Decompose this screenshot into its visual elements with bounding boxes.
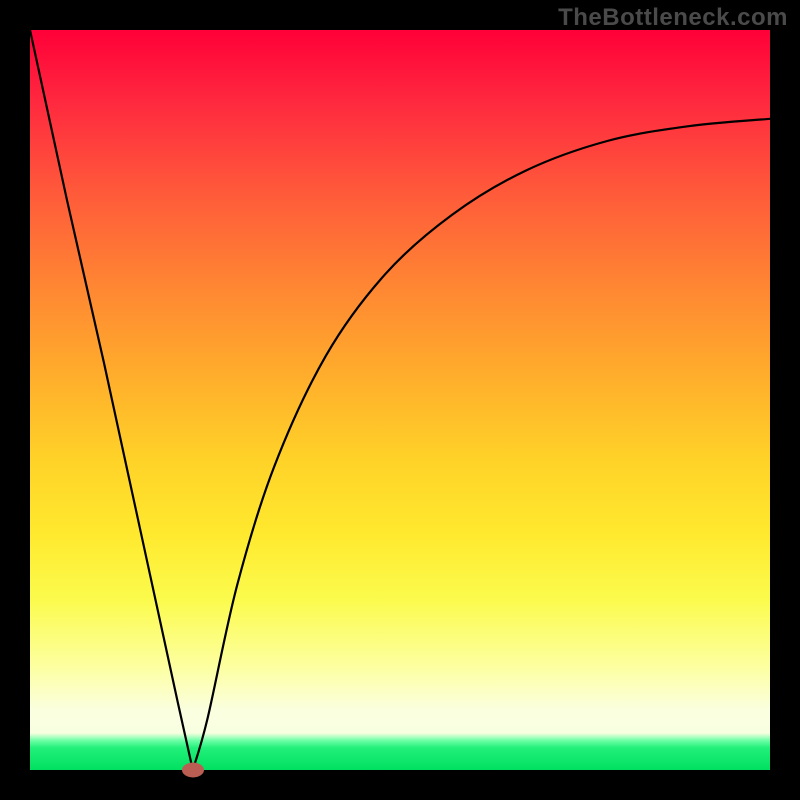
optimum-marker (182, 763, 204, 778)
watermark-text: TheBottleneck.com (558, 4, 788, 32)
curve-path (30, 30, 770, 770)
bottleneck-curve (30, 30, 770, 770)
plot-area (30, 30, 770, 770)
chart-frame: TheBottleneck.com (0, 0, 800, 800)
